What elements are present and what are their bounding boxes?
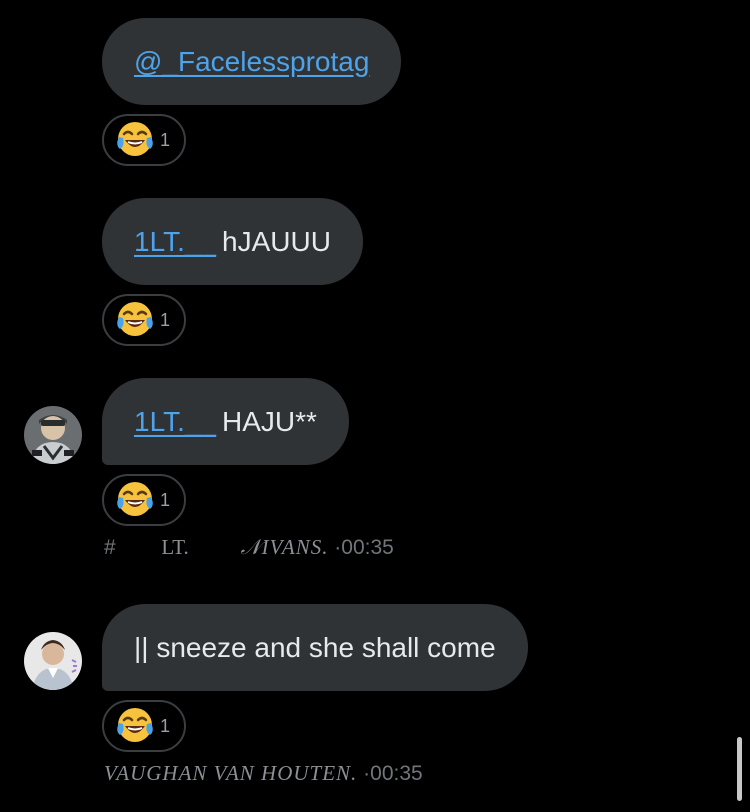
laughing-tears-emoji-icon xyxy=(117,708,153,742)
reaction-pill[interactable]: 1 xyxy=(102,474,186,526)
sender-prefix: LT. xyxy=(161,535,189,559)
reaction-count: 1 xyxy=(160,309,171,330)
message-bubble[interactable]: 1LT.__ hJAUUU xyxy=(102,198,363,285)
message-text: hJAUUU xyxy=(222,225,331,257)
hash-symbol: # xyxy=(104,536,116,559)
message-meta: # LT. 𝒩IVANS. ·00:35 xyxy=(104,535,394,560)
message-timestamp: ·00:35 xyxy=(334,536,394,559)
scrollbar[interactable] xyxy=(737,737,742,801)
avatar[interactable] xyxy=(24,632,82,690)
message-text: || sneeze and she shall come xyxy=(134,631,496,663)
avatar-image xyxy=(24,406,82,464)
mention-link[interactable]: 1LT.__ xyxy=(134,406,222,438)
reaction-count: 1 xyxy=(160,129,171,150)
reaction-count: 1 xyxy=(160,715,171,736)
avatar[interactable] xyxy=(24,406,82,464)
reaction-pill[interactable]: 1 xyxy=(102,294,186,346)
message-bubble[interactable]: 1LT.__ HAJU** xyxy=(102,378,349,465)
mention-link[interactable]: @_Facelessprotag xyxy=(134,46,369,78)
message-timestamp: ·00:35 xyxy=(363,762,423,785)
message-text: HAJU** xyxy=(222,405,317,437)
mention-link[interactable]: 1LT.__ xyxy=(134,226,222,258)
laughing-tears-emoji-icon xyxy=(117,482,153,516)
laughing-tears-emoji-icon xyxy=(117,122,153,156)
sender-name[interactable]: 𝒩IVANS. xyxy=(240,535,328,559)
chat-thread: @_Facelessprotag 1 1LT.__ hJAUUU 1 1LT._… xyxy=(0,0,750,812)
avatar-image xyxy=(24,632,82,690)
laughing-tears-emoji-icon xyxy=(117,302,153,336)
message-bubble[interactable]: @_Facelessprotag xyxy=(102,18,402,105)
sender-name[interactable]: VAUGHAN VAN HOUTEN. xyxy=(104,761,357,785)
reaction-pill[interactable]: 1 xyxy=(102,114,186,166)
message-meta: VAUGHAN VAN HOUTEN. ·00:35 xyxy=(104,761,423,786)
reaction-pill[interactable]: 1 xyxy=(102,700,186,752)
message-bubble[interactable]: || sneeze and she shall come xyxy=(102,604,528,691)
reaction-count: 1 xyxy=(160,489,171,510)
